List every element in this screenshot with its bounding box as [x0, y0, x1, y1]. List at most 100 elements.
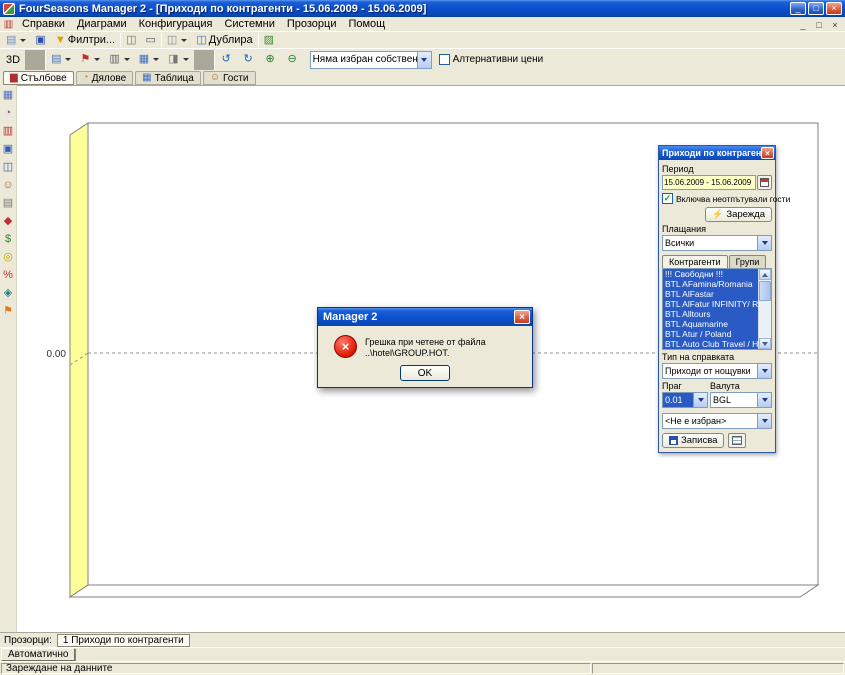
contractor-item[interactable]: BTL Auto Club Travel / Hunga [663, 339, 758, 349]
dialog-title-bar[interactable]: Manager 2 × [318, 308, 532, 326]
tab-icon: ▦ [142, 73, 151, 83]
load-button[interactable]: ⚡ Зарежда [705, 207, 772, 222]
dropdown-arrow-icon[interactable] [417, 52, 431, 68]
error-dialog: Manager 2 × × Грешка при четене от файла… [317, 307, 533, 388]
extra-select[interactable]: <Не е избран> [662, 413, 772, 429]
calendar-icon [760, 178, 769, 187]
print-preview-button[interactable]: ◫ [122, 33, 140, 48]
menu-item[interactable]: Помощ [342, 17, 391, 31]
window-icon[interactable]: ◫ [1, 160, 16, 175]
marks-button[interactable]: ⚑ [76, 50, 104, 70]
percent-icon[interactable]: % [1, 268, 16, 283]
dropdown-arrow-icon[interactable] [757, 364, 771, 378]
contractor-item[interactable]: BTL Aquamarine [663, 319, 758, 329]
table-icon[interactable]: ▤ [1, 196, 16, 211]
pie-icon[interactable]: ◔ [1, 106, 16, 121]
diamond-icon[interactable]: ◆ [1, 214, 16, 229]
tab-table[interactable]: ▦ Таблица [135, 71, 201, 85]
grid-3d-icon[interactable]: ▦ [1, 88, 16, 103]
legend-button[interactable]: ▥ [105, 50, 133, 70]
period-input[interactable]: 15.06.2009 - 15.06.2009 [662, 175, 756, 190]
swap-icon[interactable]: ◈ [1, 286, 16, 301]
dropdown-arrow-icon[interactable] [757, 414, 771, 428]
dialog-close-button[interactable]: × [514, 310, 530, 324]
scroll-down-button[interactable] [759, 338, 771, 349]
owner-select[interactable]: Няма избран собственици [310, 51, 432, 69]
coins-icon[interactable]: ◎ [1, 250, 16, 265]
ok-button[interactable]: OK [400, 365, 450, 381]
chevron-down-icon [94, 58, 100, 61]
tab-shares[interactable]: ◔ Дялове [76, 71, 134, 85]
app-icon [3, 3, 15, 15]
calendar-button[interactable] [757, 175, 772, 190]
close-button[interactable]: × [826, 2, 842, 15]
toolbar-separator [120, 33, 121, 47]
dropdown-arrow-icon[interactable] [757, 236, 771, 250]
filters-button[interactable]: ▼ Филтри... [51, 33, 119, 48]
tab-groups[interactable]: Групи [729, 255, 767, 268]
contractor-item[interactable]: BTL AFamina/Romania [663, 279, 758, 289]
3d-toggle-button[interactable]: 3D [2, 50, 24, 70]
tab-columns[interactable]: ▆ Стълбове [3, 71, 74, 85]
contractor-item[interactable]: !!! Свободни !!! [663, 269, 758, 279]
tab-contractors[interactable]: Контрагенти [662, 255, 728, 268]
maximize-button[interactable]: □ [808, 2, 824, 15]
auto-button[interactable]: Автоматично [1, 648, 75, 661]
threshold-input[interactable]: 0.01 [662, 392, 708, 408]
guests-icon[interactable]: ☺ [1, 178, 16, 193]
dialog-title: Manager 2 [323, 311, 377, 323]
window-toggle-button[interactable]: 1 Приходи по контрагенти [57, 634, 190, 647]
duplicate-button[interactable]: ◫ Дублира [192, 33, 256, 48]
currency-select[interactable]: BGL [710, 392, 772, 408]
payments-select[interactable]: Всички [662, 235, 772, 251]
contractor-item[interactable]: BTL Atur / Poland [663, 329, 758, 339]
dollar-icon[interactable]: $ [1, 232, 16, 247]
chart-type-button[interactable]: ▤ [47, 50, 75, 70]
save-report-button[interactable]: Записва [662, 433, 724, 448]
print-button[interactable]: ▭ [142, 33, 160, 48]
save-button[interactable]: ▣ [31, 33, 49, 48]
rotate-right-button[interactable]: ↻ [238, 50, 259, 70]
minimize-button[interactable]: _ [790, 2, 806, 15]
contractor-item[interactable]: BTL Alltours [663, 309, 758, 319]
payments-label: Плащания [662, 224, 772, 234]
mdi-minimize-button[interactable]: _ [796, 18, 810, 31]
tab-guests[interactable]: ☺ Гости [203, 71, 256, 85]
menu-item[interactable]: Прозорци [281, 17, 343, 31]
threshold-label: Праг [662, 381, 710, 391]
menu-item[interactable]: Диаграми [71, 17, 133, 31]
dropdown-arrow-icon[interactable] [693, 393, 707, 407]
toolbar-separator [25, 50, 46, 70]
table-options-button[interactable] [728, 433, 746, 448]
image-button[interactable]: ▨ [260, 33, 278, 48]
include-guests-checkbox[interactable]: ✓ [662, 193, 673, 204]
dropdown-arrow-icon[interactable] [757, 393, 771, 407]
menu-item[interactable]: Конфигурация [133, 17, 219, 31]
new-report-button[interactable]: ▤ [2, 33, 30, 48]
flag-icon[interactable]: ⚑ [1, 304, 16, 319]
paint-button[interactable]: ◨ [164, 50, 192, 70]
mdi-restore-button[interactable]: □ [812, 18, 826, 31]
alt-prices-checkbox[interactable] [439, 54, 450, 65]
panel-title-bar[interactable]: Приходи по контрагенти × [659, 146, 775, 160]
scroll-thumb[interactable] [759, 281, 771, 301]
copy-button[interactable]: ◫ [163, 33, 191, 48]
windows-label: Прозорци: [4, 635, 52, 646]
tab-icon: ☺ [210, 73, 220, 83]
contractor-item[interactable]: BTL AlFastar [663, 289, 758, 299]
zoom-in-button[interactable]: ⊕ [260, 50, 281, 70]
chart-floor [70, 585, 818, 597]
bars-icon[interactable]: ▥ [1, 124, 16, 139]
contractor-item[interactable]: BTL AlFatur INFINITY/ Romani [663, 299, 758, 309]
mdi-close-button[interactable]: × [828, 18, 842, 31]
report-type-select[interactable]: Приходи от нощувки [662, 363, 772, 379]
box-icon[interactable]: ▣ [1, 142, 16, 157]
panel-close-button[interactable]: × [761, 147, 774, 159]
zoom-out-button[interactable]: ⊖ [282, 50, 303, 70]
rotate-left-button[interactable]: ↺ [216, 50, 237, 70]
grid-button[interactable]: ▦ [135, 50, 163, 70]
list-scrollbar[interactable] [758, 269, 771, 349]
menu-item[interactable]: Системни [218, 17, 280, 31]
scroll-up-button[interactable] [759, 269, 771, 280]
menu-item[interactable]: Справки [16, 17, 71, 31]
